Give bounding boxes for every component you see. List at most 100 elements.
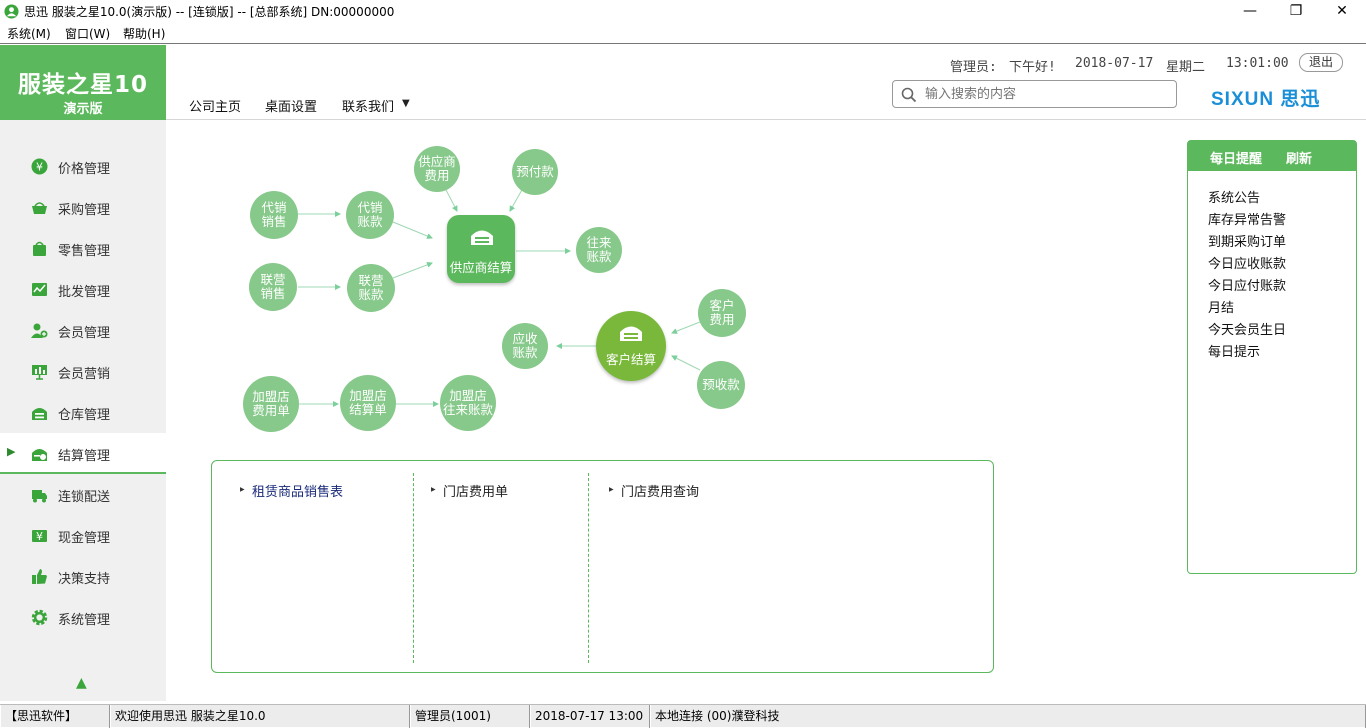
status-user: 管理员(1001) (410, 705, 530, 728)
supplier-hub-label: 供应商结算 (449, 260, 513, 275)
header-date: 2018-07-17 (1075, 56, 1154, 71)
active-caret-icon: ▶ (7, 445, 16, 458)
sidebar-item-label: 价格管理 (58, 162, 111, 177)
node-joint-account[interactable]: 联营 账款 (347, 264, 395, 312)
link-store-expense-query[interactable]: ▶ 门店费用查询 (609, 481, 699, 500)
status-datetime: 2018-07-17 13:00 (530, 705, 650, 728)
settle-hub-icon (471, 230, 493, 245)
reminder-item[interactable]: 今日应收账款 (1208, 253, 1286, 272)
sidebar-item[interactable]: 仓库管理 (0, 392, 166, 433)
sidebar-item[interactable]: ▶ 结算管理 (0, 433, 166, 474)
svg-text:¥: ¥ (36, 530, 43, 543)
reminder-item[interactable]: 系统公告 (1208, 187, 1260, 206)
sidebar-item-label: 系统管理 (58, 613, 111, 628)
node-franchise-account[interactable]: 加盟店 往来账款 (440, 375, 496, 431)
node-current-account[interactable]: 往来 账款 (576, 227, 622, 273)
sidebar-item-label: 会员营销 (58, 367, 111, 382)
header: 公司主页 桌面设置 联系我们 ▼ 管理员: 下午好! 2018-07-17 星期… (166, 45, 1366, 120)
title-bar: 思迅 服装之星10.0(演示版) -- [连锁版] -- [总部系统] DN:0… (0, 0, 1366, 22)
reminder-item[interactable]: 库存异常告警 (1208, 209, 1286, 228)
sidebar-item-label: 零售管理 (58, 244, 111, 259)
column-divider (413, 473, 414, 663)
logout-button[interactable]: 退出 (1299, 53, 1343, 72)
bullet-icon: ▶ (431, 486, 436, 493)
basket-icon (32, 202, 47, 214)
minimize-button[interactable]: — (1227, 0, 1273, 22)
sidebar-item[interactable]: 零售管理 (0, 228, 166, 269)
menu-system[interactable]: 系统(M) (7, 25, 51, 42)
reminder-header: 每日提醒 刷新 (1188, 141, 1356, 171)
column-divider (588, 473, 589, 663)
maximize-button[interactable]: ❐ (1273, 0, 1319, 22)
brand-logo: SIXUN 思迅 (1211, 89, 1321, 110)
node-advance-receipt[interactable]: 预收款 (697, 361, 745, 409)
link-store-expense-bill[interactable]: ▶ 门店费用单 (431, 481, 508, 500)
sidebar: ¥ 价格管理采购管理零售管理批发管理会员管理会员营销仓库管理 ▶ 结算管理连锁配送 ¥ 现… (0, 120, 166, 701)
reminder-title: 每日提醒 (1210, 152, 1263, 167)
sidebar-item[interactable]: ¥ 价格管理 (0, 146, 166, 187)
link-lease-sales-report[interactable]: ▶ 租赁商品销售表 (240, 481, 343, 500)
header-time: 13:01:00 (1226, 56, 1289, 71)
reminder-item[interactable]: 今日应付账款 (1208, 275, 1286, 294)
nav-contact-us[interactable]: 联系我们 (342, 96, 394, 115)
sidebar-item[interactable]: 连锁配送 (0, 474, 166, 515)
customer-settlement-hub[interactable]: 客户结算 (596, 311, 666, 381)
status-company: 【思迅软件】 (0, 705, 110, 728)
node-consign-sale[interactable]: 代销 销售 (250, 191, 298, 239)
sidebar-item[interactable]: 决策支持 (0, 556, 166, 597)
logo-subtitle: 演示版 (63, 102, 103, 117)
status-welcome: 欢迎使用思迅 服装之星10.0 (110, 705, 410, 728)
node-joint-sale[interactable]: 联营 销售 (249, 263, 297, 311)
sidebar-item-label: 连锁配送 (58, 490, 111, 505)
sidebar-item[interactable]: 系统管理 (0, 597, 166, 638)
app-logo: 服装之星10 演示版 (0, 45, 166, 120)
presentation-icon (32, 365, 47, 380)
report-links-panel: ▶ 租赁商品销售表 ▶ 门店费用单 ▶ 门店费用查询 (211, 460, 994, 673)
node-customer-fee[interactable]: 客户 费用 (698, 289, 746, 337)
sidebar-item[interactable]: 采购管理 (0, 187, 166, 228)
node-franchise-fee[interactable]: 加盟店 费用单 (243, 376, 299, 432)
customer-hub-icon (620, 326, 642, 341)
nav-desktop-settings[interactable]: 桌面设置 (265, 96, 317, 115)
svg-text:¥: ¥ (36, 161, 43, 174)
bullet-icon: ▶ (240, 486, 245, 493)
truck-icon (32, 490, 47, 503)
supplier-settlement-hub[interactable]: 供应商结算 (447, 215, 515, 283)
status-connection: 本地连接 (00)濮登科技 (650, 705, 1366, 728)
logo-title: 服装之星10 (18, 72, 149, 98)
sidebar-item[interactable]: 会员营销 (0, 351, 166, 392)
sidebar-item-label: 批发管理 (58, 285, 111, 300)
nav-home[interactable]: 公司主页 (189, 96, 241, 115)
menu-window[interactable]: 窗口(W) (65, 25, 110, 42)
node-prepay[interactable]: 预付款 (512, 149, 558, 195)
reminder-item[interactable]: 月结 (1208, 297, 1234, 316)
search-input[interactable] (925, 85, 1165, 103)
node-franchise-settle[interactable]: 加盟店 结算单 (340, 375, 396, 431)
chart-icon (32, 283, 47, 296)
sidebar-item[interactable]: ¥ 现金管理 (0, 515, 166, 556)
scroll-up-icon[interactable]: ▲ (76, 675, 87, 691)
gear-icon (31, 609, 48, 626)
cash-icon: ¥ (32, 530, 47, 543)
yen-icon: ¥ (31, 158, 48, 175)
sidebar-item[interactable]: 批发管理 (0, 269, 166, 310)
node-consign-account[interactable]: 代销 账款 (346, 191, 394, 239)
menu-help[interactable]: 帮助(H) (123, 25, 165, 42)
reminder-item[interactable]: 到期采购订单 (1208, 231, 1286, 250)
sidebar-item-label: 会员管理 (58, 326, 111, 341)
thumb-icon (32, 569, 47, 584)
window-title: 思迅 服装之星10.0(演示版) -- [连锁版] -- [总部系统] DN:0… (24, 5, 395, 19)
reminder-item[interactable]: 今天会员生日 (1208, 319, 1286, 338)
search-box[interactable] (892, 80, 1177, 108)
close-button[interactable]: ✕ (1319, 0, 1365, 22)
sidebar-item[interactable]: 会员管理 (0, 310, 166, 351)
app-icon (4, 4, 19, 19)
caret-down-icon[interactable]: ▼ (402, 98, 410, 109)
bag-icon (33, 241, 46, 256)
refresh-button[interactable]: 刷新 (1286, 148, 1312, 167)
reminder-item[interactable]: 每日提示 (1208, 341, 1260, 360)
node-receivable[interactable]: 应收 账款 (502, 323, 548, 369)
status-bar: 【思迅软件】 欢迎使用思迅 服装之星10.0 管理员(1001) 2018-07… (0, 704, 1366, 728)
node-supplier-fee[interactable]: 供应商 费用 (414, 146, 460, 192)
greeting: 下午好! (1009, 60, 1056, 75)
